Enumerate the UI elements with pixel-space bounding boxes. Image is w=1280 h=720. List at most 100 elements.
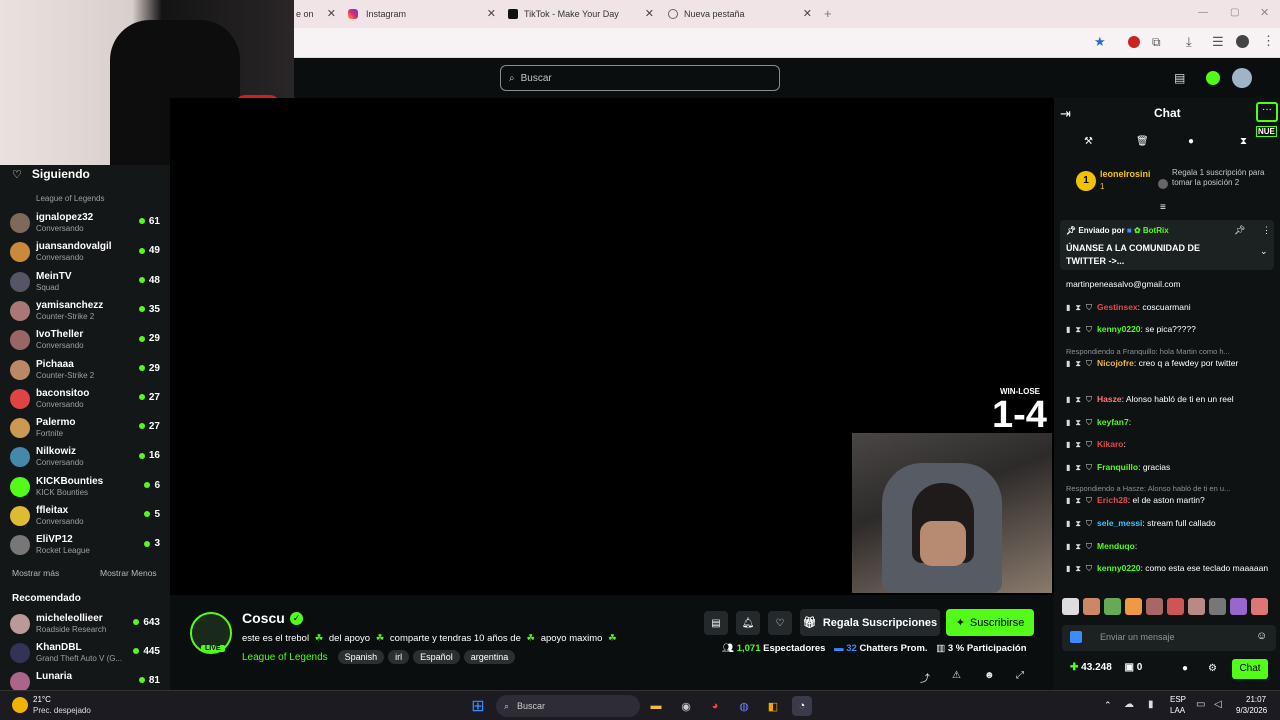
category-link[interactable]: League of Legends [242, 652, 328, 663]
hourglass-icon[interactable]: ⧗ [1075, 496, 1081, 505]
chevron-up-icon[interactable]: ⌃ [1104, 700, 1112, 711]
clock-date[interactable]: 9/3/2026 [1236, 706, 1267, 715]
send-chat-button[interactable]: Chat [1232, 659, 1268, 679]
chat-message[interactable]: ▮ ⧗ ⛉ Gestinsex: coscuarmani [1066, 301, 1276, 314]
emote-icon[interactable] [1209, 598, 1226, 615]
emote-icon[interactable] [1230, 598, 1247, 615]
chat-username[interactable]: Gestinsex [1097, 302, 1138, 312]
warning-icon[interactable]: ⚠ [952, 670, 961, 681]
chat-message[interactable]: ▮ ⧗ ⛉ Kikaro: [1066, 438, 1276, 451]
trash-icon[interactable]: ▮ [1066, 359, 1070, 368]
sidebar-channel[interactable]: ffleitax Conversando 5 [10, 503, 160, 532]
hammer-icon[interactable]: ⚒ [1084, 136, 1093, 147]
windows-start-icon[interactable]: ⊞ [468, 696, 488, 716]
weather-temp[interactable]: 21°C [33, 695, 51, 704]
hourglass-icon[interactable]: ⧗ [1075, 519, 1081, 528]
sidebar-recommended-channel[interactable]: micheleollieer Roadside Research 643 [10, 611, 160, 640]
chat-bubble-icon[interactable]: ● [1182, 663, 1188, 674]
notification-button[interactable]: 🔔︎ [736, 611, 760, 635]
theater-icon[interactable]: ⤢ [1016, 670, 1024, 681]
emote-icon[interactable] [1251, 598, 1268, 615]
chat-message[interactable]: ▮ ⧗ ⛉ Menduqo: [1066, 540, 1276, 553]
user-avatar[interactable] [1232, 68, 1252, 88]
hourglass-icon[interactable]: ⧗ [1075, 418, 1081, 427]
chat-message[interactable]: ▮ ⧗ ⛉ keyfan7: [1066, 416, 1276, 429]
chat-username[interactable]: kenny0220 [1097, 324, 1140, 334]
trash-icon[interactable]: ▮ [1066, 463, 1070, 472]
window-close-icon[interactable]: ✕ [1260, 6, 1269, 19]
close-icon[interactable]: ✕ [327, 7, 336, 20]
filter-icon[interactable]: ≡ [1160, 202, 1166, 213]
sidebar-channel[interactable]: EliVP12 Rocket League 3 [10, 532, 160, 561]
kick-points-icon[interactable] [1206, 71, 1220, 85]
trash-icon[interactable]: ▮ [1066, 564, 1070, 573]
sidebar-channel[interactable]: yamisanchezz Counter-Strike 2 35 [10, 298, 160, 327]
app-icon[interactable]: ◉ [676, 696, 696, 716]
profile-avatar[interactable] [1236, 35, 1249, 48]
chat-username[interactable]: Nicojofre [1097, 358, 1134, 368]
chat-message[interactable]: ▮ ⧗ ⛉ kenny0220: como esta ese teclado maaa… [1066, 562, 1276, 575]
emote-icon[interactable] [1188, 598, 1205, 615]
close-icon[interactable]: ✕ [803, 7, 812, 20]
plus-icon[interactable] [1158, 179, 1168, 189]
chat-username[interactable]: Menduqo [1097, 541, 1135, 551]
gear-icon[interactable]: ⚙ [1208, 663, 1217, 674]
chat-message[interactable]: ▮ ⧗ ⛉ Hasze: Alonso habló de ti en un reel [1066, 393, 1276, 406]
chat-username[interactable]: Erich28 [1097, 495, 1128, 505]
hourglass-icon[interactable]: ⧗ [1075, 440, 1081, 449]
maximize-icon[interactable]: ▢ [1230, 7, 1239, 18]
collapse-chat-icon[interactable]: ⇥ [1060, 106, 1071, 122]
sidebar-channel[interactable]: Nilkowiz Conversando 16 [10, 444, 160, 473]
share-icon[interactable]: ⤴ [920, 670, 930, 685]
cloud-icon[interactable]: ☁ [1124, 699, 1134, 710]
trash-icon[interactable]: ▮ [1066, 519, 1070, 528]
emote-icon[interactable] [1167, 598, 1184, 615]
sidebar-channel[interactable]: IvoTheller Conversando 29 [10, 327, 160, 356]
points-value[interactable]: 43.248 [1081, 662, 1112, 673]
pin-icon[interactable]: 📌︎ [1234, 225, 1245, 236]
emote-icon[interactable] [1083, 598, 1100, 615]
trash-icon[interactable]: ▮ [1066, 542, 1070, 551]
search-input[interactable]: ⌕ Buscar [500, 65, 780, 91]
chat-message[interactable]: ▮ ⧗ ⛉ kenny0220: se pica????? [1066, 323, 1276, 336]
chat-message[interactable]: ▮ ⧗ ⛉ Nicojofre: creo q a fewdey por twitte… [1066, 357, 1276, 370]
chat-more-button[interactable]: ··· [1256, 102, 1278, 122]
taskbar-search[interactable]: ⌕ Buscar [496, 695, 640, 717]
browser-tab[interactable]: e on ✕ [296, 4, 336, 24]
tag-chip[interactable]: Español [413, 650, 460, 664]
chat-username[interactable]: Kikaro [1097, 439, 1123, 449]
emote-icon[interactable] [1125, 598, 1142, 615]
emote-icon[interactable] [1146, 598, 1163, 615]
trash-icon[interactable]: ▮ [1066, 325, 1070, 334]
chat-username[interactable]: keyfan7 [1097, 417, 1129, 427]
mic-icon[interactable]: ▮ [1148, 699, 1154, 710]
extension-icon[interactable] [1128, 36, 1140, 48]
sidebar-channel[interactable]: Pichaaa Counter-Strike 2 29 [10, 357, 160, 386]
chat-username[interactable]: kenny0220 [1097, 563, 1140, 573]
chat-username[interactable]: Hasze [1097, 394, 1122, 404]
show-less-link[interactable]: Mostrar Menos [100, 568, 157, 578]
trash-icon[interactable]: ▮ [1066, 496, 1070, 505]
discord-icon[interactable]: ◍ [734, 696, 754, 716]
chat-username[interactable]: Franquillo [1097, 462, 1138, 472]
sidebar-channel[interactable]: Palermo Fortnite 27 [10, 415, 160, 444]
chat-message[interactable]: ▮ ⧗ ⛉ sele_messi: stream full callado [1066, 517, 1276, 530]
hourglass-icon[interactable]: ⧗ [1075, 463, 1081, 472]
chat-input[interactable]: Enviar un mensaje ☺ [1062, 625, 1276, 651]
chat-message[interactable]: ▮ ⧗ ⛉ Erich28: el de aston martin? [1066, 494, 1276, 507]
clip-button[interactable]: ▤ [704, 611, 728, 635]
language-layout[interactable]: LAA [1170, 706, 1185, 715]
browser-tab[interactable]: TikTok - Make Your Day ✕ [508, 4, 654, 24]
pinned-message[interactable]: 📌︎ Enviado por ■ ✿ BotRix 📌︎ ⋮ ÚNANSE A … [1060, 220, 1274, 270]
hourglass-icon[interactable]: ⧗ [1075, 542, 1081, 551]
trash-icon[interactable]: ▮ [1066, 440, 1070, 449]
minimize-icon[interactable]: — [1198, 7, 1208, 18]
tab-search-icon[interactable]: ☰ [1212, 34, 1224, 50]
trash-icon[interactable]: 🗑︎ [1136, 136, 1149, 147]
tag-chip[interactable]: Spanish [337, 650, 385, 664]
subscribe-button[interactable]: ✦ Suscribirse [946, 609, 1034, 636]
weather-desc[interactable]: Prec. despejado [33, 706, 91, 715]
folder-icon[interactable]: ▬ [646, 696, 666, 716]
tag-chip[interactable]: irl [388, 650, 410, 664]
language-code[interactable]: ESP [1170, 695, 1186, 704]
